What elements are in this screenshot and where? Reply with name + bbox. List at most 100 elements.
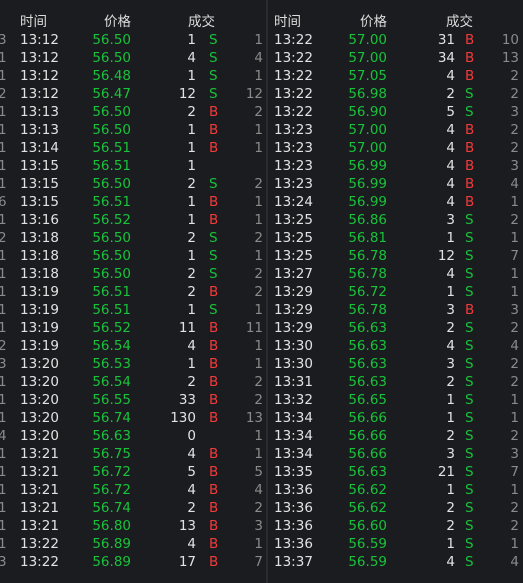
trade-ticks-right-panel: 时间 价格 成交 13:22 57.00 31 B 10 13:22 57.00 34 B 13 1… [266, 0, 523, 583]
left-tick-row[interactable]: 1 13:12 56.50 4 S 4 [0, 49, 266, 67]
left-tick-row[interactable]: 4 13:20 56.63 0 1 [0, 427, 266, 445]
right-tick-row[interactable]: 13:23 56.99 4 B 4 [266, 175, 523, 193]
trade-count-cell: 12 [245, 86, 263, 102]
trade-count-cell: 2 [254, 230, 263, 246]
right-tick-row[interactable]: 13:23 57.00 4 B 2 [266, 121, 523, 139]
volume-cell: 1 [187, 158, 196, 174]
trade-count-cell: 1 [510, 392, 519, 408]
left-tick-row[interactable]: 1 13:21 56.75 4 B 1 [0, 445, 266, 463]
trade-count-cell: 1 [254, 32, 263, 48]
left-tick-row[interactable]: 1 13:13 56.50 1 B 1 [0, 121, 266, 139]
right-tick-row[interactable]: 13:35 56.63 21 S 7 [266, 463, 523, 481]
left-tick-row[interactable]: 2 13:19 56.54 4 B 1 [0, 337, 266, 355]
left-tick-row[interactable]: 1 13:19 56.51 1 S 1 [0, 301, 266, 319]
right-tick-row[interactable]: 13:22 56.90 5 S 3 [266, 103, 523, 121]
trade-count-cell: 5 [254, 464, 263, 480]
left-time-header: 时间 [20, 14, 47, 30]
left-tick-row[interactable]: 1 13:16 56.52 1 B 1 [0, 211, 266, 229]
left-tick-row[interactable]: 1 13:21 56.72 5 B 5 [0, 463, 266, 481]
left-tick-row[interactable]: 1 13:22 56.89 4 B 1 [0, 535, 266, 553]
trade-count-cell: 2 [254, 266, 263, 282]
left-tick-row[interactable]: 3 13:20 56.53 1 B 1 [0, 355, 266, 373]
right-tick-row[interactable]: 13:30 56.63 4 S 4 [266, 337, 523, 355]
trade-count-cell: 1 [510, 536, 519, 552]
left-tick-row[interactable]: 1 13:20 56.55 33 B 2 [0, 391, 266, 409]
right-tick-row[interactable]: 13:29 56.63 2 S 2 [266, 319, 523, 337]
right-tick-row[interactable]: 13:25 56.78 12 S 7 [266, 247, 523, 265]
right-tick-row[interactable]: 13:29 56.72 1 S 1 [266, 283, 523, 301]
right-tick-row[interactable]: 13:27 56.78 4 S 1 [266, 265, 523, 283]
right-tick-row[interactable]: 13:31 56.63 2 S 2 [266, 373, 523, 391]
left-tick-row[interactable]: 1 13:20 56.74 130 B 13 [0, 409, 266, 427]
right-tick-row[interactable]: 13:36 56.59 1 S 1 [266, 535, 523, 553]
right-tick-row[interactable]: 13:24 56.99 4 B 1 [266, 193, 523, 211]
trade-count-cell: 2 [254, 392, 263, 408]
trade-count-cell: 2 [254, 176, 263, 192]
trade-count-cell: 3 [510, 158, 519, 174]
left-tick-row[interactable]: 1 13:18 56.50 1 S 1 [0, 247, 266, 265]
trade-count-cell: 2 [254, 104, 263, 120]
trade-count-cell: 4 [510, 338, 519, 354]
right-tick-row[interactable]: 13:22 56.98 2 S 2 [266, 85, 523, 103]
left-tick-row[interactable]: 1 13:21 56.80 13 B 3 [0, 517, 266, 535]
trade-count-cell: 4 [254, 482, 263, 498]
right-tick-row[interactable]: 13:22 57.00 31 B 10 [266, 31, 523, 49]
trade-count-cell: 7 [254, 554, 263, 570]
left-tick-row[interactable]: 3 13:22 56.89 17 B 7 [0, 553, 266, 571]
trade-count-cell: 2 [254, 284, 263, 300]
trade-count-cell: 13 [501, 50, 519, 66]
left-tick-row[interactable]: 1 13:21 56.72 4 B 4 [0, 481, 266, 499]
trade-count-cell: 2 [510, 356, 519, 372]
right-tick-row[interactable]: 13:32 56.65 1 S 1 [266, 391, 523, 409]
left-tick-row[interactable]: 1 13:14 56.51 1 B 1 [0, 139, 266, 157]
right-header-row: 时间 价格 成交 [266, 13, 523, 31]
trade-count-cell: 2 [510, 428, 519, 444]
trade-count-cell: 2 [510, 320, 519, 336]
left-tick-row[interactable]: 2 13:12 56.47 12 S 12 [0, 85, 266, 103]
left-tick-row[interactable]: 1 13:18 56.50 2 S 2 [0, 265, 266, 283]
trade-count-cell: 1 [254, 212, 263, 228]
right-tick-row[interactable]: 13:23 56.99 4 B 3 [266, 157, 523, 175]
right-tick-row[interactable]: 13:29 56.78 3 B 3 [266, 301, 523, 319]
left-tick-row[interactable]: 3 13:12 56.50 1 S 1 [0, 31, 266, 49]
right-tick-row[interactable]: 13:34 56.66 3 S 3 [266, 445, 523, 463]
trade-count-cell: 10 [501, 32, 519, 48]
right-tick-row[interactable]: 13:34 56.66 1 S 1 [266, 409, 523, 427]
left-tick-row[interactable]: 1 13:13 56.50 2 B 2 [0, 103, 266, 121]
right-tick-row[interactable]: 13:36 56.62 1 S 1 [266, 481, 523, 499]
right-tick-row[interactable]: 13:22 57.05 4 B 2 [266, 67, 523, 85]
right-tick-row[interactable]: 13:36 56.62 2 S 2 [266, 499, 523, 517]
right-tick-row[interactable]: 13:22 57.00 34 B 13 [266, 49, 523, 67]
trade-count-cell: 2 [510, 68, 519, 84]
right-tick-row[interactable]: 13:25 56.86 3 S 2 [266, 211, 523, 229]
trade-count-cell: 2 [510, 518, 519, 534]
trade-count-cell: 3 [510, 302, 519, 318]
trade-count-cell: 2 [510, 500, 519, 516]
left-tick-row[interactable]: 1 13:19 56.52 11 B 11 [0, 319, 266, 337]
trade-count-cell: 7 [510, 464, 519, 480]
right-tick-row[interactable]: 13:36 56.60 2 S 2 [266, 517, 523, 535]
right-tick-row[interactable]: 13:23 57.00 4 B 2 [266, 139, 523, 157]
left-tick-row[interactable]: 1 13:21 56.74 2 B 2 [0, 499, 266, 517]
trade-count-cell: 1 [254, 536, 263, 552]
trade-count-cell: 3 [510, 446, 519, 462]
trade-count-cell: 1 [254, 140, 263, 156]
trade-count-cell: 1 [254, 428, 263, 444]
right-tick-row[interactable]: 13:30 56.63 3 S 2 [266, 355, 523, 373]
left-tick-row[interactable]: 1 13:12 56.48 1 S 1 [0, 67, 266, 85]
left-tick-row[interactable]: 2 13:18 56.50 2 S 2 [0, 229, 266, 247]
right-tick-row[interactable]: 13:25 56.81 1 S 1 [266, 229, 523, 247]
right-tick-row[interactable]: 13:37 56.59 4 S 4 [266, 553, 523, 571]
left-tick-row[interactable]: 6 13:15 56.51 1 B 1 [0, 193, 266, 211]
trade-count-cell: 1 [254, 194, 263, 210]
right-volume-header: 成交 [446, 14, 473, 30]
trade-count-cell: 1 [254, 68, 263, 84]
left-tick-row[interactable]: 1 13:20 56.54 2 B 2 [0, 373, 266, 391]
left-tick-row[interactable]: 1 13:15 56.50 2 S 2 [0, 175, 266, 193]
trade-count-cell: 2 [254, 374, 263, 390]
trade-count-cell: 7 [510, 248, 519, 264]
left-tick-row[interactable]: 1 13:15 56.51 1 [0, 157, 266, 175]
left-tick-row[interactable]: 1 13:19 56.51 2 B 2 [0, 283, 266, 301]
trade-count-cell: 2 [510, 86, 519, 102]
right-tick-row[interactable]: 13:34 56.66 2 S 2 [266, 427, 523, 445]
